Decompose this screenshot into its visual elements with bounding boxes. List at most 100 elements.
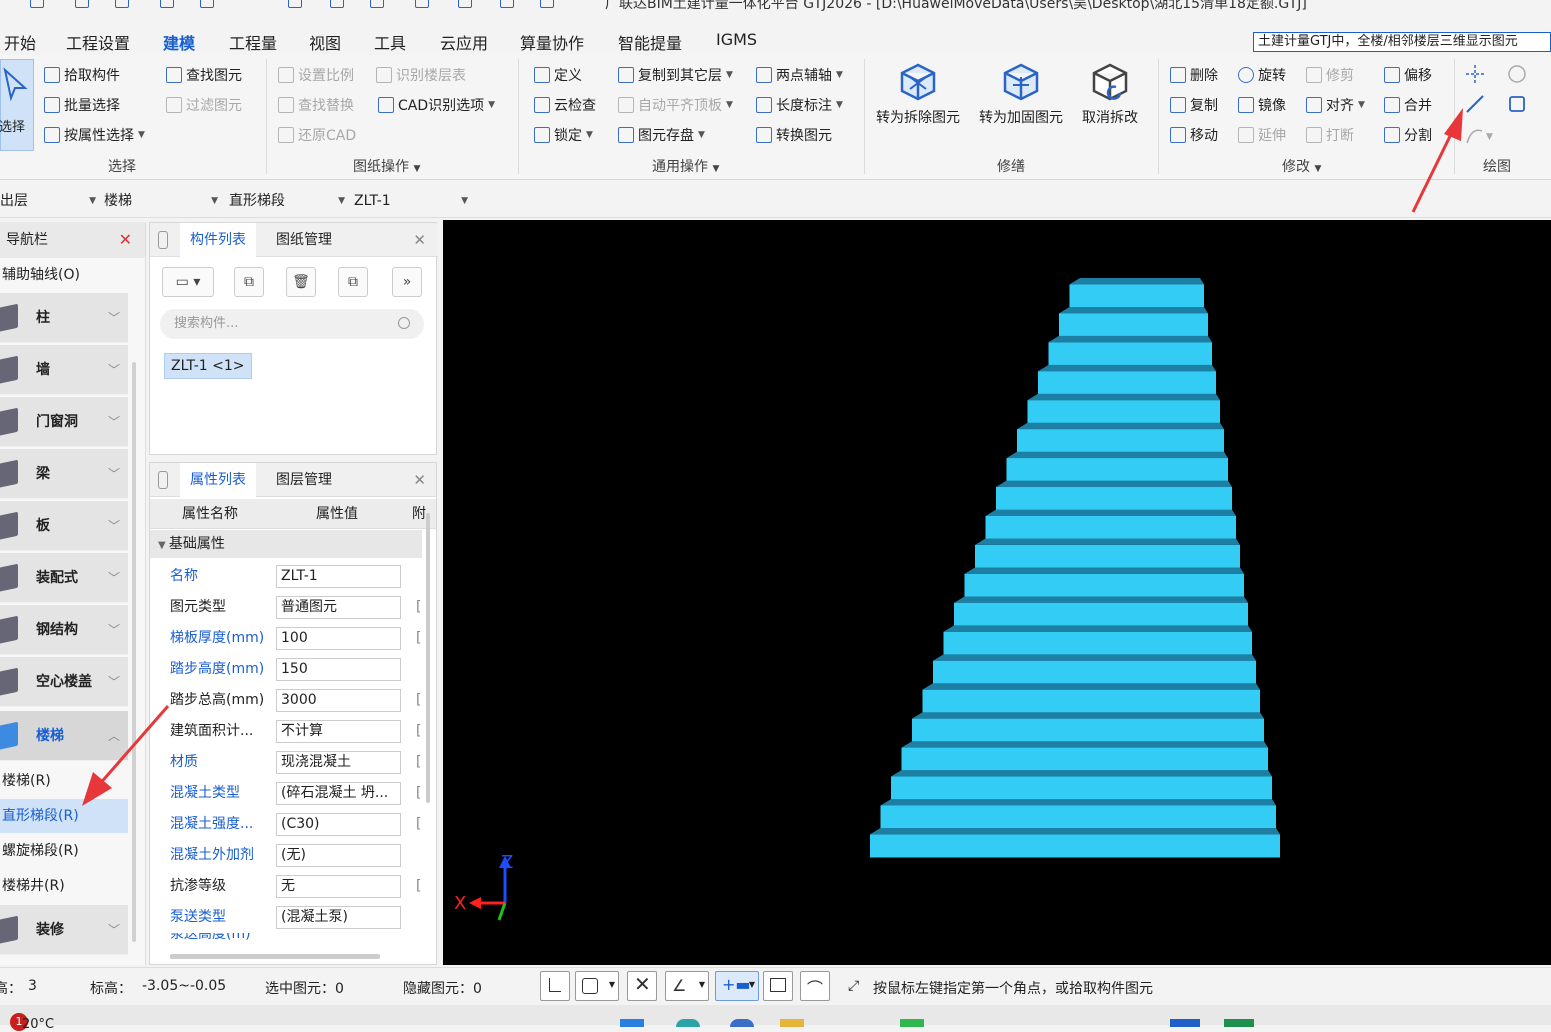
cloud-check-button[interactable]: 云检查	[534, 95, 596, 115]
property-row-partial[interactable]: 泵送高度(m)	[150, 933, 422, 945]
extend-button[interactable]: 延伸	[1238, 125, 1286, 145]
nav-subitem-stairwell[interactable]: 楼梯井(R)	[0, 869, 128, 903]
merge-button[interactable]: 合并	[1384, 95, 1432, 115]
stair-step[interactable]	[891, 776, 1272, 800]
length-dimension-button[interactable]: 长度标注 ▼	[756, 95, 843, 115]
copy-to-floor-button[interactable]: 复制到其它层 ▼	[618, 65, 733, 85]
set-scale-button[interactable]: 设置比例	[278, 65, 354, 85]
stair-step[interactable]	[985, 515, 1237, 540]
nav-category-finish[interactable]: 装修 ﹀	[0, 905, 128, 955]
line-draw-icon[interactable]	[1464, 93, 1486, 115]
menu-cloud[interactable]: 云应用	[440, 30, 488, 54]
stair-step[interactable]	[1059, 313, 1208, 337]
save-icon[interactable]	[160, 0, 174, 8]
nav-category-stair[interactable]: 楼梯 ︿	[0, 711, 128, 761]
menu-start[interactable]: 开始	[4, 30, 36, 54]
property-value-field[interactable]: 普通图元	[276, 596, 401, 619]
app-taskbar-icon[interactable]	[730, 1019, 754, 1027]
mirror-button[interactable]: 镜像	[1238, 95, 1286, 115]
copy-button[interactable]: 复制	[1170, 95, 1218, 115]
menu-project-settings[interactable]: 工程设置	[66, 30, 130, 54]
close-icon[interactable]: ✕	[413, 231, 426, 249]
pin-icon[interactable]	[158, 231, 168, 249]
snap-dropdown[interactable]: +▬ ▼	[715, 971, 759, 1001]
trim-button[interactable]: 修剪	[1306, 65, 1354, 85]
split-button[interactable]: 分割	[1384, 125, 1432, 145]
stair-step[interactable]	[912, 718, 1264, 742]
quick-tool-4-icon[interactable]	[415, 0, 429, 8]
open-file-icon[interactable]	[115, 0, 129, 8]
stair-step[interactable]	[880, 805, 1277, 829]
property-value-field[interactable]: 100	[276, 627, 401, 650]
folder-taskbar-icon[interactable]	[780, 1019, 804, 1027]
cross-select-toggle[interactable]: ✕	[627, 971, 657, 1001]
quick-tool-7-icon[interactable]	[540, 0, 554, 8]
menu-modeling[interactable]: 建模	[163, 30, 196, 57]
property-row[interactable]: 混凝土类型 (碎石混凝土 坍... [	[150, 778, 422, 809]
stair-step[interactable]	[1006, 458, 1229, 482]
ortho-toggle[interactable]	[540, 971, 570, 1001]
nav-category-wall[interactable]: 墙 ﹀	[0, 345, 128, 395]
stair-step[interactable]	[954, 602, 1248, 626]
stair-step[interactable]	[1027, 400, 1221, 424]
filter-element-button[interactable]: 过滤图元	[166, 95, 242, 115]
property-row[interactable]: 泵送类型 (混凝土泵)	[150, 902, 422, 933]
stair-step[interactable]	[1017, 429, 1224, 453]
search-taskbar-icon[interactable]	[676, 1019, 700, 1027]
offset-button[interactable]: 偏移	[1384, 65, 1432, 85]
tab-component-list[interactable]: 构件列表	[180, 223, 256, 257]
component-list-item[interactable]: ZLT-1 <1>	[164, 353, 252, 379]
more-button[interactable]: »	[392, 267, 422, 297]
help-search-box[interactable]: 土建计量GTJ中，全楼/相邻楼层三维显示图元	[1253, 32, 1551, 52]
property-value-field[interactable]: (混凝土泵)	[276, 906, 401, 929]
select-mode-dropdown[interactable]: ▼	[575, 971, 619, 1001]
quick-tool-3-icon[interactable]	[370, 0, 384, 8]
gtj-taskbar-icon[interactable]	[1170, 1019, 1200, 1027]
start-icon[interactable]	[620, 1019, 644, 1027]
delete-button[interactable]: 删除	[1170, 65, 1218, 85]
type-select[interactable]: 直形梯段 ▼	[229, 190, 345, 212]
menu-igms[interactable]: IGMS	[716, 30, 757, 49]
property-row[interactable]: 材质 现浇混凝土 [	[150, 747, 422, 778]
nav-category-door-window[interactable]: 门窗洞 ﹀	[0, 397, 128, 447]
stair-step[interactable]	[1069, 284, 1205, 308]
nav-category-hollow-floor[interactable]: 空心楼盖 ﹀	[0, 657, 128, 707]
batch-select-button[interactable]: 批量选择	[44, 95, 120, 115]
stair-step[interactable]	[975, 544, 1240, 568]
property-value-field[interactable]: ZLT-1	[276, 565, 401, 588]
convert-demolish-button[interactable]: 转为拆除图元	[876, 61, 960, 127]
property-row[interactable]: 混凝土外加剂 (无)	[150, 840, 422, 871]
monitor-toggle[interactable]	[763, 971, 793, 1001]
stair-step[interactable]	[964, 573, 1245, 597]
pick-component-button[interactable]: 拾取构件	[44, 65, 120, 85]
convert-element-button[interactable]: 转换图元	[756, 125, 832, 145]
property-row[interactable]: 梯板厚度(mm) 100 [	[150, 623, 422, 654]
undo-icon[interactable]	[200, 0, 214, 8]
identify-floor-table-button[interactable]: 识别楼层表	[376, 65, 466, 85]
arc-draw-icon[interactable]: ▼	[1464, 125, 1494, 145]
property-row[interactable]: 建筑面积计... 不计算 [	[150, 716, 422, 747]
stair-step[interactable]	[870, 834, 1280, 858]
close-icon[interactable]: ✕	[413, 471, 426, 489]
stair-step[interactable]	[943, 631, 1253, 655]
two-point-axis-button[interactable]: 两点辅轴 ▼	[756, 65, 843, 85]
nav-category-slab[interactable]: 板 ﹀	[0, 501, 128, 551]
nav-subitem-stair[interactable]: 楼梯(R)	[0, 764, 128, 798]
arc-point-icon[interactable]	[1506, 63, 1528, 85]
property-value-field[interactable]: 不计算	[276, 720, 401, 743]
cancel-renovation-button[interactable]: 取消拆改	[1082, 61, 1138, 127]
delete-component-button[interactable]: 🗑	[286, 267, 316, 297]
quick-tool-1-icon[interactable]	[288, 0, 302, 8]
new-file-icon[interactable]	[75, 0, 89, 8]
nav-category-column[interactable]: 柱 ﹀	[0, 293, 128, 343]
menu-tools[interactable]: 工具	[374, 30, 406, 54]
quick-tool-5-icon[interactable]	[458, 0, 472, 8]
cad-options-button[interactable]: CAD识别选项 ▼	[378, 95, 495, 115]
property-value-field[interactable]: 3000	[276, 689, 401, 712]
property-group-basic[interactable]: ▼ 基础属性	[150, 530, 422, 558]
break-button[interactable]: 打断	[1306, 125, 1354, 145]
tab-property-list[interactable]: 属性列表	[180, 463, 256, 497]
3d-viewport[interactable]: Z X	[443, 220, 1551, 965]
property-row[interactable]: 抗渗等级 无 [	[150, 871, 422, 902]
property-hscrollbar[interactable]	[170, 954, 380, 959]
